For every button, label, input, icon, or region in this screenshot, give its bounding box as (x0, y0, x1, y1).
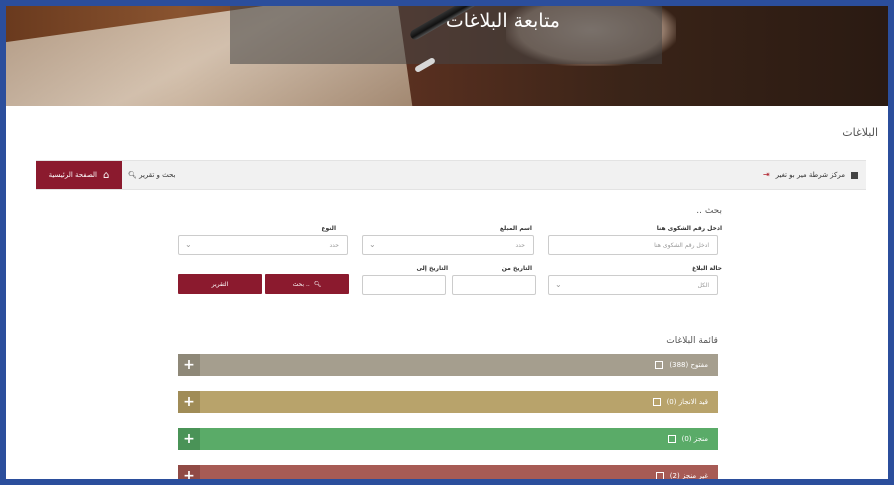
reports-list-title: قائمة البلاغات (666, 336, 718, 346)
station-info: مركز شرطة مير بو تغير ⇥ (763, 161, 858, 189)
status-bar-label-wrap: غير منجز (2) (655, 465, 708, 479)
plus-icon[interactable]: + (178, 354, 200, 376)
report-button[interactable]: التقرير (178, 274, 262, 294)
status-value: الكل (697, 282, 709, 289)
status-bar-in-progress[interactable]: + قيد الانجاز (0) (178, 391, 718, 413)
plus-icon[interactable]: + (178, 465, 200, 479)
reporter-name-label: اسم المبلغ (499, 225, 532, 232)
square-icon (652, 398, 661, 406)
plus-icon[interactable]: + (178, 391, 200, 413)
status-bar-label-wrap: مفتوح (388) (655, 354, 708, 376)
station-label: مركز شرطة مير بو تغير (775, 171, 845, 179)
chevron-down-icon: ⌄ (185, 240, 192, 249)
report-button-label: التقرير (211, 280, 229, 288)
status-bar-label: غير منجز (2) (669, 472, 708, 479)
building-icon (851, 171, 858, 179)
date-to-label: التاريخ إلى (416, 265, 448, 272)
header-banner: متابعة البلاغات (6, 6, 888, 106)
search-button-label: بحث .. (292, 280, 310, 288)
page-title: متابعة البلاغات (445, 10, 560, 32)
search-button[interactable]: بحث .. 🔍︎ (265, 274, 349, 294)
chevron-down-icon: ⌄ (369, 240, 376, 249)
type-value: حدد (329, 242, 339, 249)
chevron-down-icon: ⌄ (555, 280, 562, 289)
square-icon (655, 472, 664, 479)
search-icon: 🔍︎ (313, 280, 322, 288)
complaint-no-label: ادخل رقم الشكوى هنا (656, 225, 722, 232)
plus-icon[interactable]: + (178, 428, 200, 450)
top-toolbar: الصفحة الرئيسية ⌂ 🔍︎ بحث و تقرير مركز شر… (36, 160, 866, 190)
status-bar-done[interactable]: + منجز (0) (178, 428, 718, 450)
type-select[interactable]: حدد ⌄ (178, 235, 348, 255)
reporter-name-value: حدد (515, 242, 525, 249)
home-button-label: الصفحة الرئيسية (48, 171, 97, 179)
home-icon: ⌂ (102, 169, 110, 181)
status-bar-label-wrap: منجز (0) (667, 428, 708, 450)
app-frame: متابعة البلاغات البلاغات الصفحة الرئيسية… (6, 6, 888, 479)
status-bar-label: منجز (0) (681, 435, 708, 443)
square-icon (667, 435, 676, 443)
status-bar-label: مفتوح (388) (669, 361, 708, 369)
section-heading: البلاغات (842, 126, 878, 139)
search-form-title: بحث .. (696, 206, 722, 216)
date-from-label: التاريخ من (501, 265, 532, 272)
status-select[interactable]: الكل ⌄ (548, 275, 718, 295)
date-from-input[interactable] (452, 275, 536, 295)
status-label: حالة البلاغ (692, 265, 722, 272)
status-bar-label-wrap: قيد الانجاز (0) (652, 391, 708, 413)
complaint-no-input[interactable]: ادخل رقم الشكوى هنا (548, 235, 718, 255)
complaint-no-placeholder: ادخل رقم الشكوى هنا (654, 242, 709, 249)
square-icon (655, 361, 664, 369)
date-to-input[interactable] (362, 275, 446, 295)
search-report-label: بحث و تقرير (139, 171, 176, 179)
reporter-name-select[interactable]: حدد ⌄ (362, 235, 534, 255)
status-bar-not-done[interactable]: + غير منجز (2) (178, 465, 718, 479)
type-label: النوع (321, 225, 336, 232)
search-icon: 🔍︎ (128, 171, 137, 179)
status-bar-open[interactable]: + مفتوح (388) (178, 354, 718, 376)
status-bar-label: قيد الانجاز (0) (666, 398, 708, 406)
home-button[interactable]: الصفحة الرئيسية ⌂ (36, 161, 122, 189)
logout-icon[interactable]: ⇥ (763, 161, 770, 189)
search-report-link[interactable]: 🔍︎ بحث و تقرير (128, 161, 175, 189)
